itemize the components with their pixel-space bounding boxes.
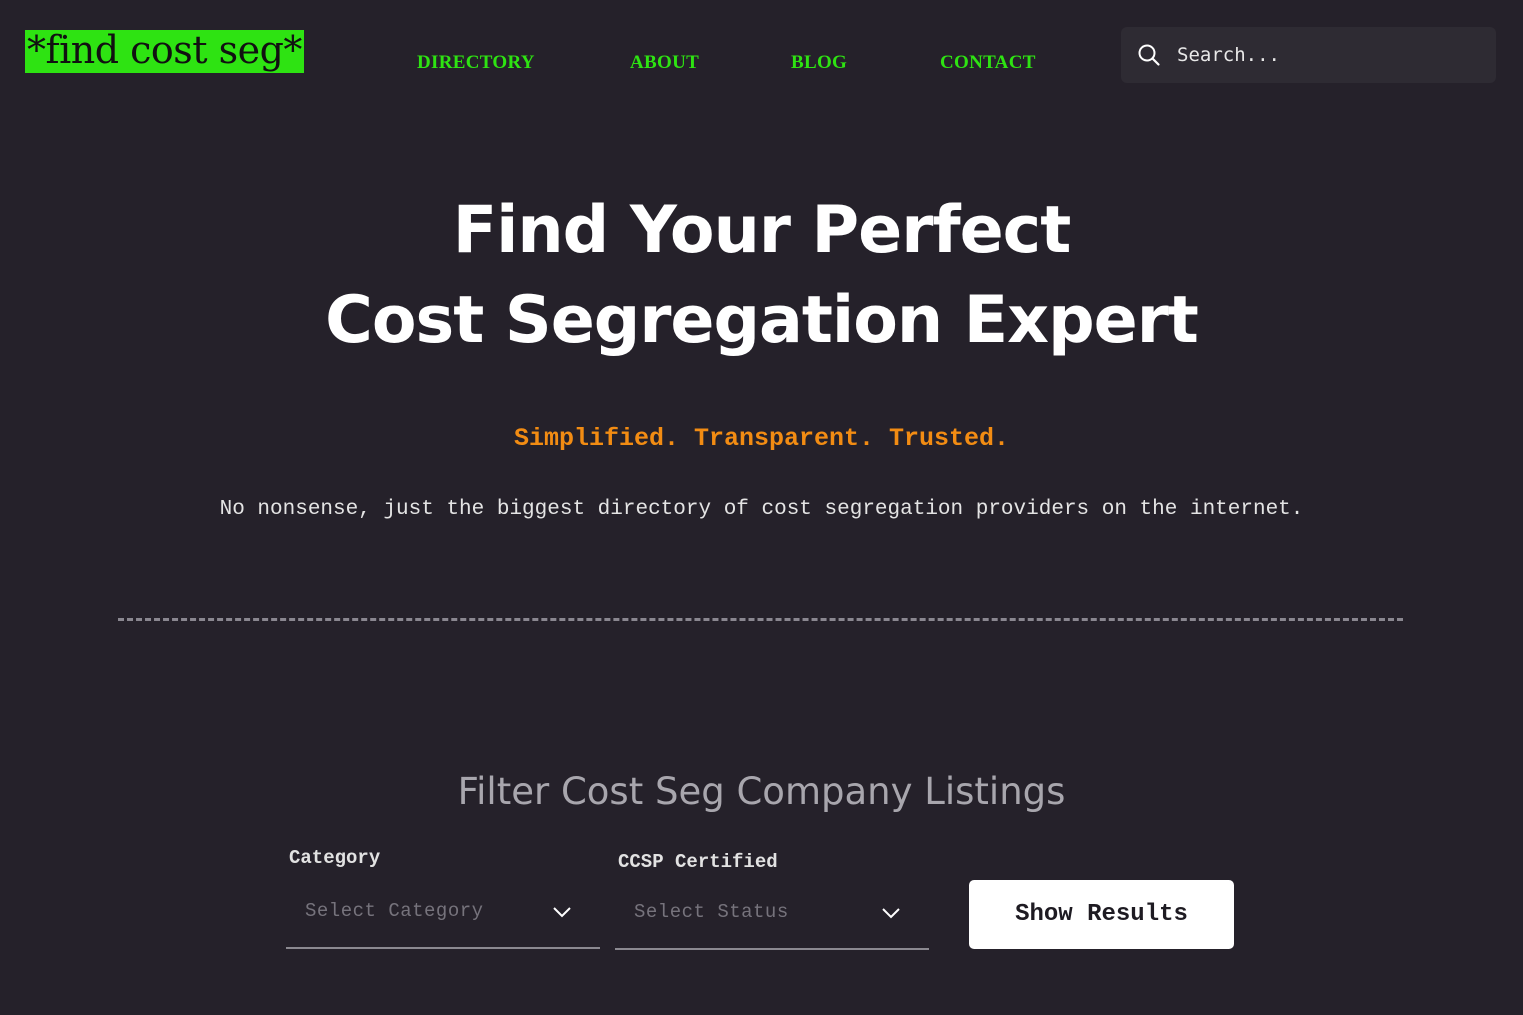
hero-subtitle: No nonsense, just the biggest directory … [219,498,1304,521]
nav-link-blog[interactable]: BLOG [791,52,847,74]
section-divider [118,618,1403,621]
search-input[interactable] [1177,35,1477,75]
nav-link-contact[interactable]: CONTACT [940,52,1036,74]
ccsp-status-select[interactable]: Select Status [615,894,929,950]
hero-title-line-2: Cost Segregation Expert [325,283,1199,358]
category-label: Category [289,847,381,869]
search-box[interactable] [1121,27,1496,83]
show-results-button[interactable]: Show Results [969,880,1234,949]
nav-link-directory[interactable]: DIRECTORY [417,52,535,74]
site-logo[interactable]: *find cost seg* [25,30,304,73]
status-select-placeholder: Select Status [634,901,789,923]
hero-title-line-1: Find Your Perfect [452,193,1072,268]
search-icon [1138,44,1160,66]
hero-title: Find Your Perfect Cost Segregation Exper… [0,186,1523,366]
category-select[interactable]: Select Category [286,893,600,949]
chevron-down-icon [553,907,571,918]
hero-tagline: Simplified. Transparent. Trusted. [513,424,1010,453]
nav-link-about[interactable]: ABOUT [630,52,699,74]
ccsp-certified-label: CCSP Certified [618,851,778,873]
category-select-placeholder: Select Category [305,900,484,922]
filter-title: Filter Cost Seg Company Listings [457,770,1066,813]
chevron-down-icon [882,908,900,919]
